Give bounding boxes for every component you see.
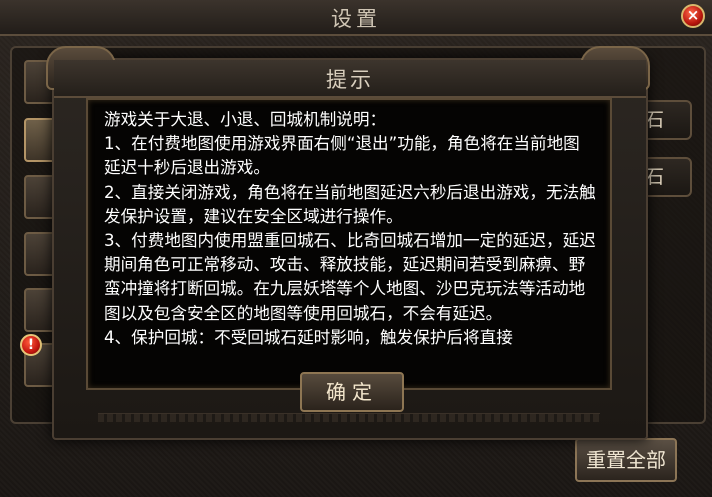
notice-dialog: 提示 游戏关于大退、小退、回城机制说明： 1、在付费地图使用游戏界面右侧“退出”功…: [46, 46, 650, 440]
alert-icon: !: [20, 334, 42, 356]
message-text[interactable]: 游戏关于大退、小退、回城机制说明： 1、在付费地图使用游戏界面右侧“退出”功能，角…: [104, 108, 596, 378]
dialog-title: 提示: [326, 68, 374, 92]
confirm-button[interactable]: 确定: [300, 372, 404, 412]
message-line-0: 游戏关于大退、小退、回城机制说明：: [104, 110, 387, 129]
message-line-4: 4、保护回城：不受回城石延时影响，触发保护后将直接: [104, 327, 513, 347]
settings-title-bar: 设置 ×: [0, 0, 712, 36]
message-line-2: 2、直接关闭游戏，角色将在当前地图延迟六秒后退出游戏，无法触发保护设置，建议在安…: [104, 182, 596, 226]
dialog-title-bar: 提示: [54, 60, 646, 98]
bottom-decoration: [98, 413, 600, 422]
close-button[interactable]: ×: [681, 4, 705, 28]
reset-all-button[interactable]: 重置全部: [575, 438, 677, 482]
message-frame[interactable]: 游戏关于大退、小退、回城机制说明： 1、在付费地图使用游戏界面右侧“退出”功能，角…: [86, 98, 612, 390]
message-line-1: 1、在付费地图使用游戏界面右侧“退出”功能，角色将在当前地图延迟十秒后退出游戏。: [104, 134, 580, 178]
message-line-3: 3、付费地图内使用盟重回城石、比奇回城石增加一定的延迟，延迟期间角色可正常移动、…: [104, 231, 596, 323]
settings-title: 设置: [331, 7, 381, 31]
